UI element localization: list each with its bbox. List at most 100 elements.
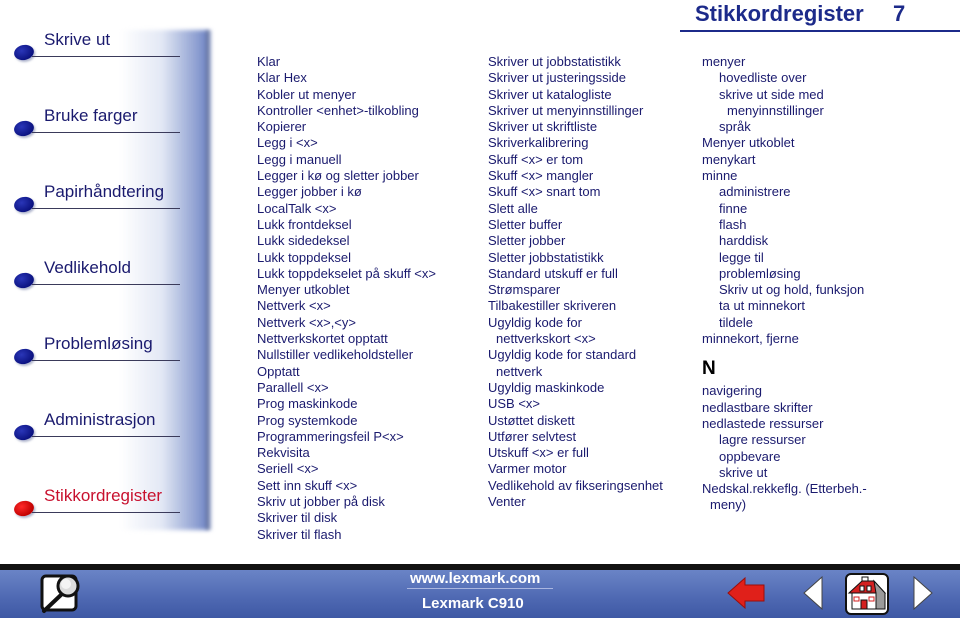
index-entry[interactable]: LocalTalk <x> — [257, 201, 436, 217]
index-entry[interactable]: ta ut minnekort — [702, 298, 867, 314]
index-entry[interactable]: Skuff <x> er tom — [488, 152, 663, 168]
index-entry[interactable]: Skriver til disk — [257, 510, 436, 526]
index-entry[interactable]: Prog maskinkode — [257, 396, 436, 412]
index-entry[interactable]: skrive ut side med — [702, 87, 867, 103]
index-entry[interactable]: Sletter buffer — [488, 217, 663, 233]
nav-item-administrasjon[interactable]: Administrasjon — [12, 410, 184, 442]
index-entry[interactable]: problemløsing — [702, 266, 867, 282]
index-entry[interactable]: Parallell <x> — [257, 380, 436, 396]
index-entry[interactable]: Sett inn skuff <x> — [257, 478, 436, 494]
index-entry[interactable]: Skriver ut skriftliste — [488, 119, 663, 135]
index-entry[interactable]: Lukk toppdeksel — [257, 250, 436, 266]
nav-item-stikkordregister[interactable]: Stikkordregister — [12, 486, 184, 518]
index-entry[interactable]: Skriverkalibrering — [488, 135, 663, 151]
index-entry[interactable]: menyinnstillinger — [702, 103, 867, 119]
index-entry[interactable]: Tilbakestiller skriveren — [488, 298, 663, 314]
nav-underline — [32, 132, 180, 133]
index-entry[interactable]: Skriver ut justeringsside — [488, 70, 663, 86]
index-entry[interactable]: Skriver ut katalogliste — [488, 87, 663, 103]
index-entry[interactable]: lagre ressurser — [702, 432, 867, 448]
index-entry[interactable]: Skriver til flash — [257, 527, 436, 543]
index-entry[interactable]: menyer — [702, 54, 867, 70]
index-entry[interactable]: Nettverk <x>,<y> — [257, 315, 436, 331]
index-entry[interactable]: Ugyldig kode for standard — [488, 347, 663, 363]
index-entry[interactable]: meny) — [702, 497, 867, 513]
index-entry[interactable]: administrere — [702, 184, 867, 200]
index-entry[interactable]: Opptatt — [257, 364, 436, 380]
index-entry[interactable]: Skriver ut menyinnstillinger — [488, 103, 663, 119]
index-entry[interactable]: menykart — [702, 152, 867, 168]
index-entry[interactable]: Nettverkskortet opptatt — [257, 331, 436, 347]
index-entry[interactable]: Kontroller <enhet>-tilkobling — [257, 103, 436, 119]
index-entry[interactable]: Kopierer — [257, 119, 436, 135]
index-entry[interactable]: harddisk — [702, 233, 867, 249]
index-entry[interactable]: Skuff <x> snart tom — [488, 184, 663, 200]
index-entry[interactable]: nedlastbare skrifter — [702, 400, 867, 416]
index-entry[interactable]: legge til — [702, 250, 867, 266]
back-arrow-icon[interactable] — [727, 576, 765, 610]
index-entry[interactable]: Utskuff <x> er full — [488, 445, 663, 461]
nav-item-vedlikehold[interactable]: Vedlikehold — [12, 258, 184, 290]
index-entry[interactable]: Lukk toppdekselet på skuff <x> — [257, 266, 436, 282]
index-entry[interactable]: språk — [702, 119, 867, 135]
index-entry[interactable]: Strømsparer — [488, 282, 663, 298]
index-entry[interactable]: Skuff <x> mangler — [488, 168, 663, 184]
index-entry[interactable]: Kobler ut menyer — [257, 87, 436, 103]
index-entry[interactable]: Standard utskuff er full — [488, 266, 663, 282]
index-entry[interactable]: Venter — [488, 494, 663, 510]
index-entry[interactable]: Varmer motor — [488, 461, 663, 477]
index-entry[interactable]: Menyer utkoblet — [702, 135, 867, 151]
index-entry[interactable]: Lukk sidedeksel — [257, 233, 436, 249]
index-entry[interactable]: Skriv ut og hold, funksjon — [702, 282, 867, 298]
search-icon[interactable] — [38, 572, 84, 616]
index-entry[interactable]: Sletter jobbstatistikk — [488, 250, 663, 266]
index-entry[interactable]: Seriell <x> — [257, 461, 436, 477]
index-entry[interactable]: finne — [702, 201, 867, 217]
nav-item-bruke-farger[interactable]: Bruke farger — [12, 106, 184, 138]
index-entry[interactable]: skrive ut — [702, 465, 867, 481]
index-entry[interactable]: Klar — [257, 54, 436, 70]
website-link[interactable]: www.lexmark.com — [410, 570, 540, 587]
previous-page-icon[interactable] — [802, 575, 824, 611]
nav-item-skrive-ut[interactable]: Skrive ut — [12, 30, 184, 62]
index-entry[interactable]: Vedlikehold av fikseringsenhet — [488, 478, 663, 494]
index-entry[interactable]: Utfører selvtest — [488, 429, 663, 445]
index-entry[interactable]: flash — [702, 217, 867, 233]
url-underline — [407, 588, 553, 589]
index-entry[interactable]: Slett alle — [488, 201, 663, 217]
home-icon[interactable] — [845, 573, 889, 615]
index-entry[interactable]: Ugyldig kode for — [488, 315, 663, 331]
index-entry[interactable]: Programmeringsfeil P<x> — [257, 429, 436, 445]
index-entry[interactable]: hovedliste over — [702, 70, 867, 86]
index-entry[interactable]: Legg i <x> — [257, 135, 436, 151]
index-entry[interactable]: Menyer utkoblet — [257, 282, 436, 298]
nav-item-problemlosing[interactable]: Problemløsing — [12, 334, 184, 366]
index-entry[interactable]: navigering — [702, 383, 867, 399]
index-entry[interactable]: Legg i manuell — [257, 152, 436, 168]
index-entry[interactable]: Ugyldig maskinkode — [488, 380, 663, 396]
index-entry[interactable]: USB <x> — [488, 396, 663, 412]
index-entry[interactable]: Nullstiller vedlikeholdsteller — [257, 347, 436, 363]
index-entry[interactable]: Ustøttet diskett — [488, 413, 663, 429]
index-entry[interactable]: minnekort, fjerne — [702, 331, 867, 347]
index-entry[interactable]: Legger i kø og sletter jobber — [257, 168, 436, 184]
index-entry[interactable]: tildele — [702, 315, 867, 331]
index-entry[interactable]: minne — [702, 168, 867, 184]
index-entry[interactable]: Skriv ut jobber på disk — [257, 494, 436, 510]
nav-item-papirhandtering[interactable]: Papirhåndtering — [12, 182, 184, 214]
page-number: 7 — [893, 1, 906, 26]
index-entry[interactable]: nedlastede ressurser — [702, 416, 867, 432]
index-entry[interactable]: Prog systemkode — [257, 413, 436, 429]
index-entry[interactable]: Lukk frontdeksel — [257, 217, 436, 233]
index-entry[interactable]: nettverkskort <x> — [488, 331, 663, 347]
index-entry[interactable]: Klar Hex — [257, 70, 436, 86]
index-entry[interactable]: oppbevare — [702, 449, 867, 465]
index-entry[interactable]: Nedskal.rekkeflg. (Etterbeh.- — [702, 481, 867, 497]
index-entry[interactable]: Legger jobber i kø — [257, 184, 436, 200]
index-entry[interactable]: nettverk — [488, 364, 663, 380]
index-entry[interactable]: Skriver ut jobbstatistikk — [488, 54, 663, 70]
index-entry[interactable]: Rekvisita — [257, 445, 436, 461]
next-page-icon[interactable] — [912, 575, 934, 611]
index-entry[interactable]: Nettverk <x> — [257, 298, 436, 314]
index-entry[interactable]: Sletter jobber — [488, 233, 663, 249]
